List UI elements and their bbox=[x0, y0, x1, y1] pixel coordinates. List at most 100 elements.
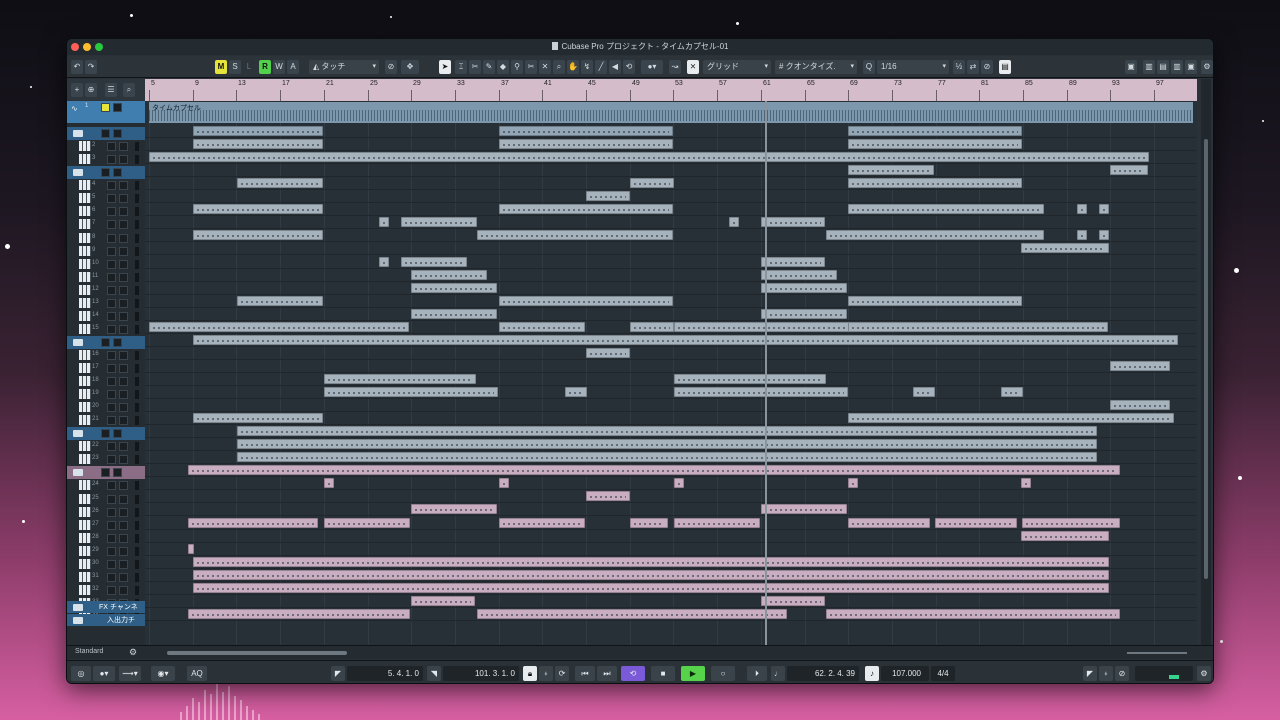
mute-track-button[interactable] bbox=[107, 181, 116, 190]
right-zone-icon[interactable]: ▥ bbox=[1171, 60, 1183, 74]
tempo-display[interactable]: 107.000 bbox=[881, 666, 929, 681]
instrument-track-header[interactable]: 25 bbox=[67, 493, 145, 506]
midi-part[interactable] bbox=[237, 178, 323, 188]
midi-part[interactable] bbox=[761, 257, 825, 267]
mute-track-button[interactable] bbox=[107, 573, 116, 582]
midi-part[interactable] bbox=[499, 126, 673, 136]
cycle-button[interactable]: ⟲ bbox=[621, 666, 645, 681]
midi-part[interactable] bbox=[237, 452, 1097, 462]
midi-part[interactable] bbox=[193, 413, 323, 423]
quantize-apply-icon[interactable]: ⇄ bbox=[967, 60, 979, 74]
play-tool-icon[interactable]: ◀ bbox=[609, 60, 621, 74]
midi-part[interactable] bbox=[499, 518, 585, 528]
midi-part[interactable] bbox=[193, 126, 323, 136]
midi-part[interactable] bbox=[848, 322, 1108, 332]
mute-track-button[interactable] bbox=[107, 547, 116, 556]
line-tool-icon[interactable]: ╱ bbox=[595, 60, 607, 74]
midi-part[interactable] bbox=[630, 178, 674, 188]
activity-icon[interactable]: ◎ bbox=[71, 666, 91, 681]
midi-part[interactable] bbox=[411, 596, 475, 606]
window-layout-icon[interactable]: ▣ bbox=[1185, 60, 1197, 74]
solo-track-button[interactable] bbox=[119, 586, 128, 595]
solo-track-button[interactable] bbox=[119, 508, 128, 517]
solo-track-button[interactable] bbox=[119, 495, 128, 504]
midi-part[interactable] bbox=[188, 544, 194, 554]
midi-part[interactable] bbox=[913, 387, 935, 397]
mute-track-button[interactable] bbox=[107, 312, 116, 321]
mute-track-button[interactable] bbox=[107, 364, 116, 373]
midi-part[interactable] bbox=[1110, 400, 1170, 410]
settings-icon[interactable]: ⚙ bbox=[1201, 60, 1213, 74]
zoom-tool-icon[interactable]: ⌕ bbox=[553, 60, 565, 74]
reset-quantize-icon[interactable]: ⊘ bbox=[981, 60, 993, 74]
record-mode-icon[interactable]: ●▾ bbox=[93, 666, 115, 681]
midi-part[interactable] bbox=[1110, 165, 1148, 175]
midi-part[interactable] bbox=[499, 322, 585, 332]
left-locator-display[interactable]: 5. 4. 1. 0 bbox=[347, 666, 423, 681]
project-cursor[interactable] bbox=[765, 101, 767, 659]
midi-part[interactable] bbox=[826, 609, 1120, 619]
instrument-track-header[interactable]: 7 bbox=[67, 218, 145, 231]
snap-type-select[interactable]: グリッド ▾ bbox=[703, 60, 771, 74]
go-to-start-icon[interactable]: ⏮︎ bbox=[575, 666, 595, 681]
solo-track-button[interactable] bbox=[119, 403, 128, 412]
mute-track-button[interactable] bbox=[107, 194, 116, 203]
mute-track-button[interactable] bbox=[101, 468, 110, 477]
mute-track-button[interactable] bbox=[107, 273, 116, 282]
midi-part[interactable] bbox=[848, 204, 1044, 214]
solo-track-button[interactable] bbox=[119, 325, 128, 334]
horizontal-scrollbar[interactable]: Standard ⚙ bbox=[67, 645, 1213, 659]
midi-part[interactable] bbox=[761, 217, 825, 227]
audio-track-header[interactable]: ∿ 1 bbox=[67, 101, 145, 123]
instrument-track-header[interactable]: 31 bbox=[67, 571, 145, 584]
midi-part[interactable] bbox=[477, 609, 787, 619]
midi-part[interactable] bbox=[324, 387, 498, 397]
instrument-track-header[interactable]: 18 bbox=[67, 375, 145, 388]
midi-part[interactable] bbox=[477, 230, 673, 240]
solo-track-button[interactable] bbox=[119, 273, 128, 282]
iterative-quantize-icon[interactable]: ½ bbox=[953, 60, 965, 74]
instrument-track-header[interactable]: 27 bbox=[67, 519, 145, 532]
input-mixer-icon[interactable]: ⍖ bbox=[1099, 666, 1113, 681]
midi-part[interactable] bbox=[193, 335, 1178, 345]
midi-part[interactable] bbox=[499, 296, 673, 306]
solo-track-button[interactable] bbox=[119, 312, 128, 321]
midi-part[interactable] bbox=[1099, 204, 1109, 214]
punch-icon[interactable]: ⟿▾ bbox=[119, 666, 141, 681]
instrument-track-header[interactable]: 8 bbox=[67, 232, 145, 245]
mute-track-button[interactable] bbox=[107, 416, 116, 425]
solo-track-button[interactable] bbox=[119, 455, 128, 464]
midi-part[interactable] bbox=[848, 296, 1022, 306]
instrument-track-header[interactable]: 13 bbox=[67, 297, 145, 310]
solo-track-button[interactable] bbox=[119, 142, 128, 151]
instrument-track-header[interactable]: 9 bbox=[67, 245, 145, 258]
right-locator-icon[interactable]: ◥ bbox=[427, 666, 441, 681]
solo-track-button[interactable] bbox=[119, 181, 128, 190]
search-icon[interactable]: ⌕ bbox=[123, 83, 135, 97]
midi-part[interactable] bbox=[674, 518, 760, 528]
solo-track-button[interactable] bbox=[119, 560, 128, 569]
marker-icon[interactable]: ⍖ bbox=[539, 666, 553, 681]
instrument-track-header[interactable]: 24 bbox=[67, 479, 145, 492]
minimize-icon[interactable] bbox=[83, 43, 91, 51]
lock-icon[interactable]: 🔒︎ bbox=[523, 666, 537, 681]
midi-part[interactable] bbox=[761, 283, 847, 293]
metronome-icon[interactable]: ◉▾ bbox=[151, 666, 175, 681]
marker-track-icon[interactable]: ◤ bbox=[1083, 666, 1097, 681]
instrument-track-header[interactable]: 4 bbox=[67, 179, 145, 192]
mute-track-button[interactable] bbox=[107, 390, 116, 399]
folder-track[interactable] bbox=[67, 336, 145, 349]
midi-part[interactable] bbox=[411, 270, 487, 280]
mute-track-button[interactable] bbox=[107, 508, 116, 517]
panel-toggle-icon[interactable]: ▣ bbox=[1125, 60, 1137, 74]
mute-track-button[interactable] bbox=[107, 207, 116, 216]
snap-toggle-icon[interactable]: ↝ bbox=[669, 60, 681, 74]
midi-part[interactable] bbox=[193, 139, 323, 149]
instrument-track-header[interactable]: 5 bbox=[67, 192, 145, 205]
solo-track-button[interactable] bbox=[119, 534, 128, 543]
instrument-track-header[interactable]: 20 bbox=[67, 401, 145, 414]
midi-part[interactable] bbox=[1022, 518, 1120, 528]
solo-track-button[interactable] bbox=[119, 442, 128, 451]
midi-part[interactable] bbox=[401, 257, 467, 267]
tempo-icon[interactable]: ♪ bbox=[865, 666, 879, 681]
